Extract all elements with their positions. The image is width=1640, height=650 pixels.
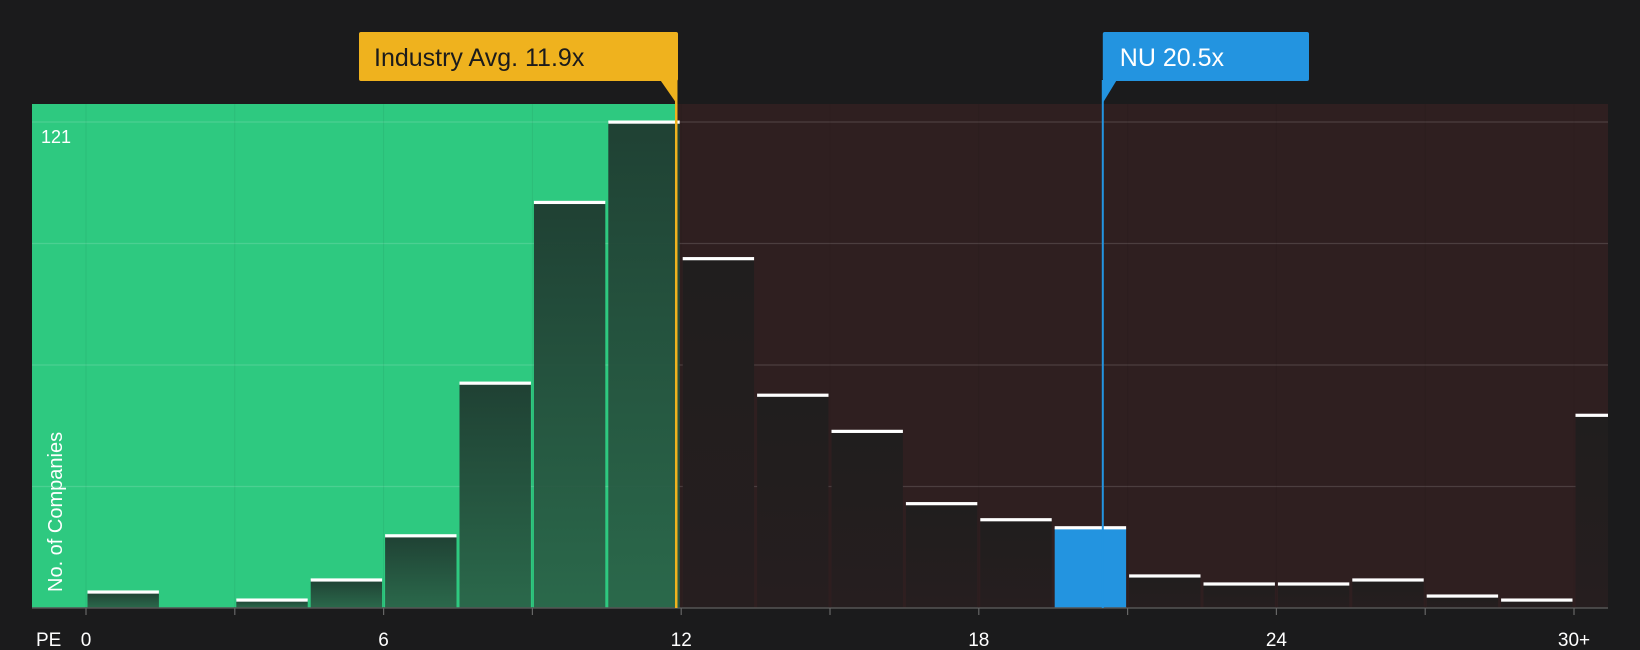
histogram-bar-top xyxy=(1054,526,1127,530)
histogram-bar xyxy=(459,383,531,608)
x-tick-label: 12 xyxy=(671,630,692,650)
histogram-bar xyxy=(1352,579,1424,608)
pe-distribution-chart: 0 6 12 18 24 30+ 121 No. of Companies PE Indu… xyxy=(32,32,1608,650)
company-pe-pointer xyxy=(1102,80,1117,103)
histogram-bar-top xyxy=(1352,578,1424,582)
y-axis-label: No. of Companies xyxy=(45,432,67,592)
histogram-bar xyxy=(1575,415,1608,608)
histogram-bar-top xyxy=(310,578,383,582)
industry-avg-pointer xyxy=(660,80,677,103)
histogram-bar-top xyxy=(1575,413,1608,417)
histogram-bar-top xyxy=(1501,598,1573,602)
histogram-bar xyxy=(757,395,829,608)
x-tick-label: 6 xyxy=(378,630,389,650)
histogram-bar xyxy=(980,519,1052,608)
histogram-bar-top xyxy=(533,200,606,205)
histogram-bar-top xyxy=(459,381,531,385)
histogram-bar-top xyxy=(1129,574,1201,578)
histogram-bar xyxy=(608,122,680,608)
histogram-bar-top xyxy=(757,393,829,397)
x-axis-label: PE xyxy=(36,630,61,650)
histogram-bar xyxy=(533,202,606,609)
histogram-bar xyxy=(1426,595,1499,608)
x-tick-label: 0 xyxy=(81,630,92,650)
histogram-bar-top xyxy=(980,518,1052,522)
histogram-bar xyxy=(1277,583,1350,608)
histogram-bar xyxy=(905,503,978,608)
histogram-bar xyxy=(1129,575,1201,608)
histogram-bar-top xyxy=(236,598,308,602)
histogram-bar-top xyxy=(905,502,978,506)
histogram-bar-top xyxy=(1426,594,1499,598)
histogram-bar-top xyxy=(385,534,457,538)
histogram-bar-top xyxy=(831,429,903,433)
histogram-bar xyxy=(87,591,159,608)
histogram-bar-top xyxy=(682,257,755,261)
histogram-bar-top xyxy=(87,590,159,594)
histogram-bar-top xyxy=(1203,582,1275,586)
histogram-bar xyxy=(385,535,457,608)
y-max-label: 121 xyxy=(41,127,71,147)
x-tick-label: 24 xyxy=(1266,630,1288,650)
histogram-bar xyxy=(1203,583,1275,608)
company-pe-label: NU 20.5x xyxy=(1120,44,1225,72)
histogram-bar xyxy=(1054,527,1127,608)
histogram-bar xyxy=(310,579,383,608)
histogram-bar xyxy=(831,431,903,608)
histogram-bar-top xyxy=(1277,582,1350,586)
x-tick-label: 18 xyxy=(968,630,989,650)
x-tick-label: 30+ xyxy=(1558,630,1590,650)
histogram-bar xyxy=(682,258,755,608)
histogram-bar-top xyxy=(608,120,680,124)
industry-avg-label: Industry Avg. 11.9x xyxy=(374,44,585,72)
